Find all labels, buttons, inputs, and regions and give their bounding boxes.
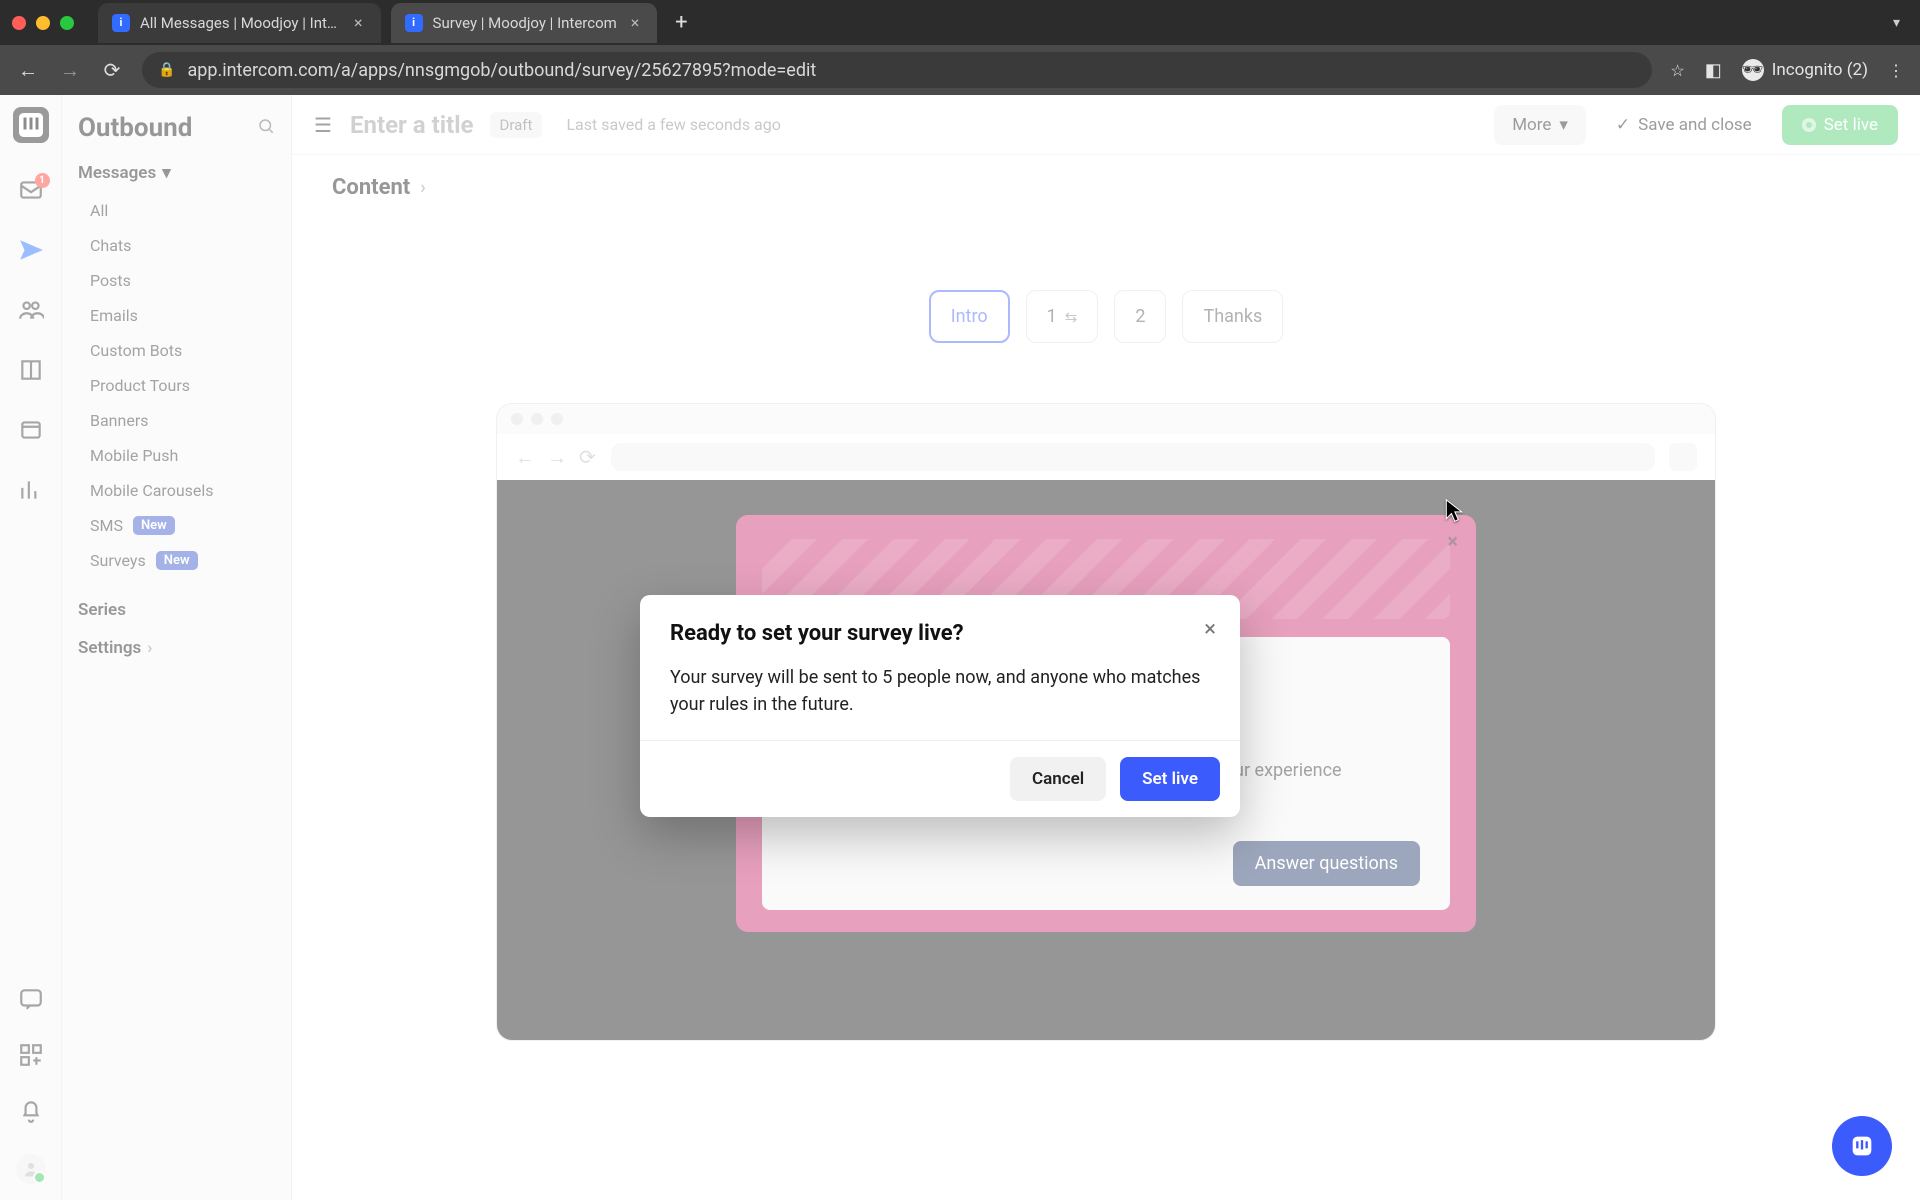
new-tab-button[interactable]: +: [667, 9, 695, 37]
intercom-favicon-icon: i: [112, 14, 130, 32]
set-live-confirm-button[interactable]: Set live: [1120, 757, 1220, 801]
bookmark-star-icon[interactable]: ☆: [1670, 61, 1684, 80]
page-content: 1: [0, 95, 1920, 1200]
window-minimize-icon[interactable]: [36, 16, 50, 30]
incognito-label: Incognito (2): [1772, 60, 1868, 80]
tab-title: Survey | Moodjoy | Intercom: [433, 14, 617, 32]
close-tab-icon[interactable]: ×: [350, 13, 367, 32]
cursor-icon: [1445, 499, 1463, 523]
incognito-icon: 🕶: [1742, 59, 1764, 81]
url-text: app.intercom.com/a/apps/nnsgmgob/outboun…: [187, 60, 816, 81]
set-live-modal: Ready to set your survey live? × Your su…: [640, 595, 1240, 817]
browser-tab-all-messages[interactable]: i All Messages | Moodjoy | Interc ×: [98, 3, 381, 43]
address-bar[interactable]: 🔒 app.intercom.com/a/apps/nnsgmgob/outbo…: [142, 52, 1652, 88]
browser-forward-button[interactable]: →: [58, 58, 82, 83]
tab-title: All Messages | Moodjoy | Interc: [140, 14, 340, 32]
browser-tab-bar: i All Messages | Moodjoy | Interc × i Su…: [0, 0, 1920, 45]
browser-back-button[interactable]: ←: [16, 58, 40, 83]
window-zoom-icon[interactable]: [60, 16, 74, 30]
modal-title: Ready to set your survey live?: [670, 621, 1210, 646]
close-tab-icon[interactable]: ×: [627, 13, 644, 32]
lock-icon: 🔒: [158, 62, 175, 78]
browser-tab-survey[interactable]: i Survey | Moodjoy | Intercom ×: [391, 3, 658, 43]
intercom-favicon-icon: i: [405, 14, 423, 32]
browser-menu-icon[interactable]: ⋮: [1888, 61, 1904, 80]
browser-toolbar: ← → ⟳ 🔒 app.intercom.com/a/apps/nnsgmgob…: [0, 45, 1920, 95]
window-controls[interactable]: [12, 16, 74, 30]
tabs-overflow-icon[interactable]: ▾: [1893, 15, 1900, 31]
sidepanel-icon[interactable]: ◧: [1705, 60, 1722, 81]
browser-reload-button[interactable]: ⟳: [100, 58, 124, 82]
cancel-button[interactable]: Cancel: [1010, 757, 1106, 801]
window-close-icon[interactable]: [12, 16, 26, 30]
modal-body-text: Your survey will be sent to 5 people now…: [670, 664, 1210, 718]
browser-window: i All Messages | Moodjoy | Interc × i Su…: [0, 0, 1920, 1200]
intercom-launcher[interactable]: [1832, 1116, 1892, 1176]
incognito-indicator[interactable]: 🕶 Incognito (2): [1742, 59, 1868, 81]
close-icon[interactable]: ×: [1204, 617, 1216, 642]
